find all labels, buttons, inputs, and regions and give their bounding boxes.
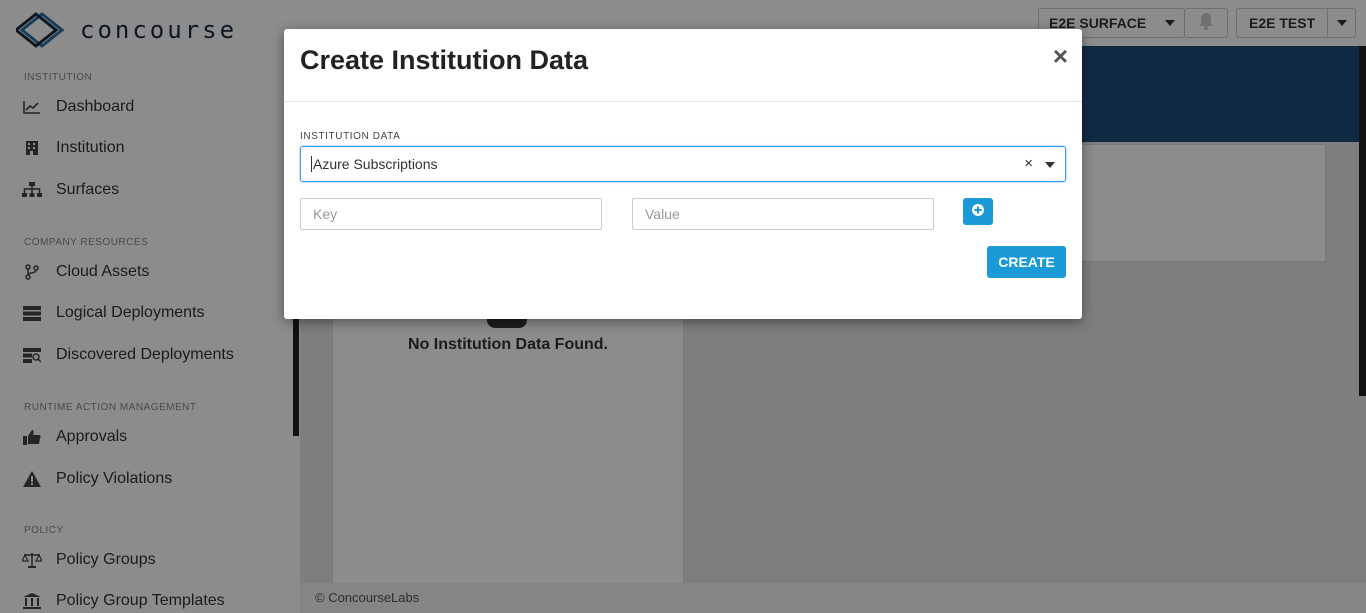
value-input[interactable] [632, 198, 934, 230]
key-input[interactable] [300, 198, 602, 230]
selected-value: Azure Subscriptions [313, 156, 438, 172]
chevron-down-icon[interactable] [1045, 162, 1055, 168]
institution-data-select[interactable]: Azure Subscriptions × [300, 146, 1066, 182]
add-pair-button[interactable] [963, 198, 993, 225]
create-institution-data-modal: Create Institution Data × INSTITUTION DA… [284, 29, 1082, 319]
modal-title: Create Institution Data [300, 45, 589, 75]
modal-header: Create Institution Data × [284, 29, 1082, 102]
text-cursor [311, 156, 312, 172]
create-button[interactable]: CREATE [987, 246, 1066, 278]
institution-data-label: INSTITUTION DATA [300, 131, 401, 142]
close-icon[interactable]: × [1053, 43, 1068, 69]
plus-circle-icon [972, 203, 984, 221]
clear-icon[interactable]: × [1024, 155, 1033, 172]
